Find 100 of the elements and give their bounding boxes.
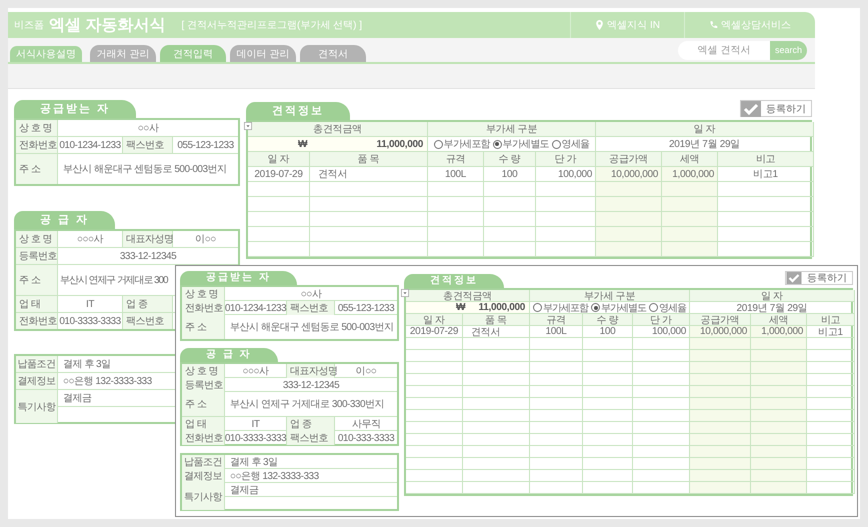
empty-cell — [406, 422, 463, 434]
field-value: 333-12-12345 — [282, 380, 340, 390]
column-header: 총견적금액 — [406, 290, 530, 302]
table-cell: 10,000,000 — [596, 167, 662, 182]
column-header: 공급가액 — [596, 152, 662, 167]
empty-cell — [248, 242, 310, 257]
field-value: 055-123-1233 — [338, 302, 394, 314]
empty-cell — [463, 374, 530, 386]
field-label: 주 소 — [16, 265, 58, 295]
radio-button[interactable] — [434, 140, 443, 148]
empty-cell — [530, 446, 583, 458]
field-value: 010-3333-3333 — [59, 316, 121, 326]
empty-cell — [530, 338, 583, 350]
column-header: 일 자 — [406, 314, 463, 326]
field-value: ○○은행 132-3333-333 — [230, 470, 319, 483]
field-label: 전화번호 — [182, 431, 225, 445]
field-label: 주 소 — [182, 392, 225, 416]
radio-button[interactable] — [591, 303, 600, 312]
empty-cell — [583, 338, 633, 350]
field-value: 010-1234-1233 — [224, 302, 286, 314]
empty-cell — [463, 422, 530, 434]
empty-cell — [463, 398, 530, 410]
search-field[interactable]: 엑셀 견적서 — [678, 40, 770, 60]
table-cell: 10,000,000 — [690, 326, 751, 338]
empty-cell — [248, 227, 310, 242]
empty-cell — [583, 398, 633, 410]
field-label: 팩스번호 — [287, 431, 335, 445]
column-header: 수 량 — [484, 152, 536, 167]
column-header: 단 가 — [633, 314, 690, 326]
field-value: ○○사 — [300, 288, 322, 301]
register-button[interactable]: 등록하기 — [740, 100, 812, 117]
field-value: IT — [252, 418, 260, 430]
empty-cell — [406, 434, 463, 446]
empty-cell — [463, 482, 530, 494]
radio-button[interactable] — [533, 303, 542, 312]
register-button[interactable]: 등록하기 — [785, 271, 853, 285]
radio-button[interactable] — [649, 303, 658, 312]
field-label: 전화번호 — [16, 137, 58, 153]
field-value: 결제금 — [230, 484, 258, 496]
table-cell: 2019-07-29 — [406, 326, 463, 338]
pin-icon — [595, 20, 604, 30]
empty-cell — [484, 227, 536, 242]
empty-cell — [248, 182, 310, 197]
field-value: 333-12-12345 — [120, 250, 176, 262]
empty-cell — [484, 182, 536, 197]
empty-cell — [463, 446, 530, 458]
currency-symbol: ₩ — [298, 138, 308, 150]
empty-cell — [530, 410, 583, 422]
column-header: 품 목 — [463, 314, 530, 326]
empty-cell — [484, 197, 536, 212]
currency-symbol: ₩ — [456, 302, 466, 313]
empty-cell — [530, 362, 583, 374]
empty-cell — [583, 470, 633, 482]
check-icon — [786, 272, 802, 284]
empty-cell — [463, 338, 530, 350]
empty-cell — [463, 458, 530, 470]
empty-cell — [530, 470, 583, 482]
field-label: 전화번호 — [182, 301, 225, 315]
radio-label[interactable]: 부가세포함 — [444, 137, 490, 151]
radio-button[interactable] — [492, 140, 502, 148]
radio-label[interactable]: 부가세포함 — [543, 300, 588, 314]
table-cell: 100L — [428, 167, 484, 182]
column-header: 부가세 구분 — [428, 122, 596, 137]
empty-cell — [530, 422, 583, 434]
empty-cell — [583, 434, 633, 446]
column-header: 규격 — [530, 314, 583, 326]
field-label: 대표자성명 — [287, 364, 335, 378]
field-value: 이○○ — [195, 233, 216, 246]
empty-cell — [530, 374, 583, 386]
field-value: 부산시 해운대구 센텀동로 500-003번지 — [63, 163, 227, 176]
radio-label[interactable]: 부가세별도 — [601, 300, 646, 314]
total-amount: 11,000,000 — [478, 302, 525, 313]
empty-cell — [406, 398, 463, 410]
empty-cell — [463, 410, 530, 422]
field-value: 부산시 연제구 거제대로 300-330번지 — [230, 398, 384, 411]
dropdown-icon[interactable] — [244, 122, 252, 130]
radio-button[interactable] — [552, 140, 561, 148]
phone-icon — [709, 20, 718, 30]
radio-label[interactable]: 영세율 — [659, 300, 686, 314]
empty-cell — [463, 350, 530, 362]
empty-cell — [428, 197, 484, 212]
column-header: 일 자 — [690, 290, 855, 302]
field-label: 납품조건 — [16, 356, 58, 372]
empty-cell — [406, 374, 463, 386]
empty-cell — [406, 410, 463, 422]
dropdown-icon[interactable] — [401, 289, 409, 297]
column-header: 세액 — [662, 152, 718, 167]
radio-label[interactable]: 영세율 — [562, 137, 590, 151]
field-value: 결제 후 3일 — [230, 456, 278, 469]
field-label: 상 호 명 — [16, 120, 58, 136]
table-cell: 2019-07-29 — [248, 167, 310, 182]
column-header: 공급가액 — [690, 314, 751, 326]
empty-cell — [530, 458, 583, 470]
empty-cell — [583, 422, 633, 434]
column-header: 일 자 — [248, 152, 310, 167]
field-label: 결제정보 — [182, 469, 225, 483]
empty-cell — [530, 350, 583, 362]
radio-label[interactable]: 부가세별도 — [502, 137, 549, 151]
empty-cell — [406, 482, 463, 494]
empty-cell — [406, 386, 463, 398]
